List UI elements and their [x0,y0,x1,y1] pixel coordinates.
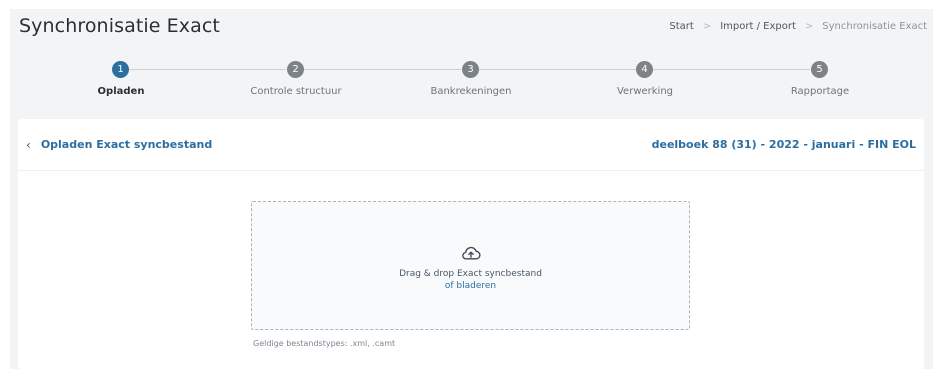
chevron-left-icon: ‹ [26,137,31,152]
step-2-label: Controle structuur [250,86,342,97]
step-3-label: Bankrekeningen [430,86,512,97]
breadcrumb-import-export[interactable]: Import / Export [720,21,796,32]
cloud-upload-icon [461,246,481,260]
step-1-indicator[interactable]: 1 [112,61,129,78]
filetypes-hint: Geldige bestandstypes: .xml, .camt [253,339,396,348]
breadcrumb-separator-icon: > [702,20,712,32]
page-header: Synchronisatie Exact Start > Import / Ex… [10,9,933,43]
step-connector [653,69,810,70]
breadcrumb-current: Synchronisatie Exact [822,20,927,32]
card-title: Opladen Exact syncbestand [40,138,213,151]
browse-link[interactable]: of bladeren [445,281,496,291]
step-2-indicator[interactable]: 2 [287,61,304,78]
file-dropzone[interactable]: Drag & drop Exact syncbestand of bladere… [251,201,690,330]
back-button[interactable]: ‹ Opladen Exact syncbestand [26,138,212,152]
step-5-indicator[interactable]: 5 [811,61,828,78]
dropzone-text: Drag & drop Exact syncbestand [399,268,542,279]
step-connector [304,69,461,70]
step-5-label: Rapportage [790,86,850,97]
stepper: 1 2 3 4 5 Opladen Controle structuur Ban… [10,56,933,106]
breadcrumb-separator-icon: > [804,20,814,32]
step-1-label: Opladen [97,86,145,97]
step-4-label: Verwerking [616,86,674,97]
step-connector [129,69,286,70]
card-header: ‹ Opladen Exact syncbestand deelboek 88 … [18,119,924,171]
card-context: deelboek 88 (31) - 2022 - januari - FIN … [651,138,916,151]
page-title: Synchronisatie Exact [19,15,220,37]
upload-card: ‹ Opladen Exact syncbestand deelboek 88 … [18,119,924,369]
left-strip [0,9,10,369]
top-bar [0,0,933,9]
step-4-indicator[interactable]: 4 [636,61,653,78]
step-3-indicator[interactable]: 3 [462,61,479,78]
step-connector [479,69,636,70]
breadcrumb-start[interactable]: Start [669,21,693,32]
breadcrumb: Start > Import / Export > Synchronisatie… [669,21,933,32]
